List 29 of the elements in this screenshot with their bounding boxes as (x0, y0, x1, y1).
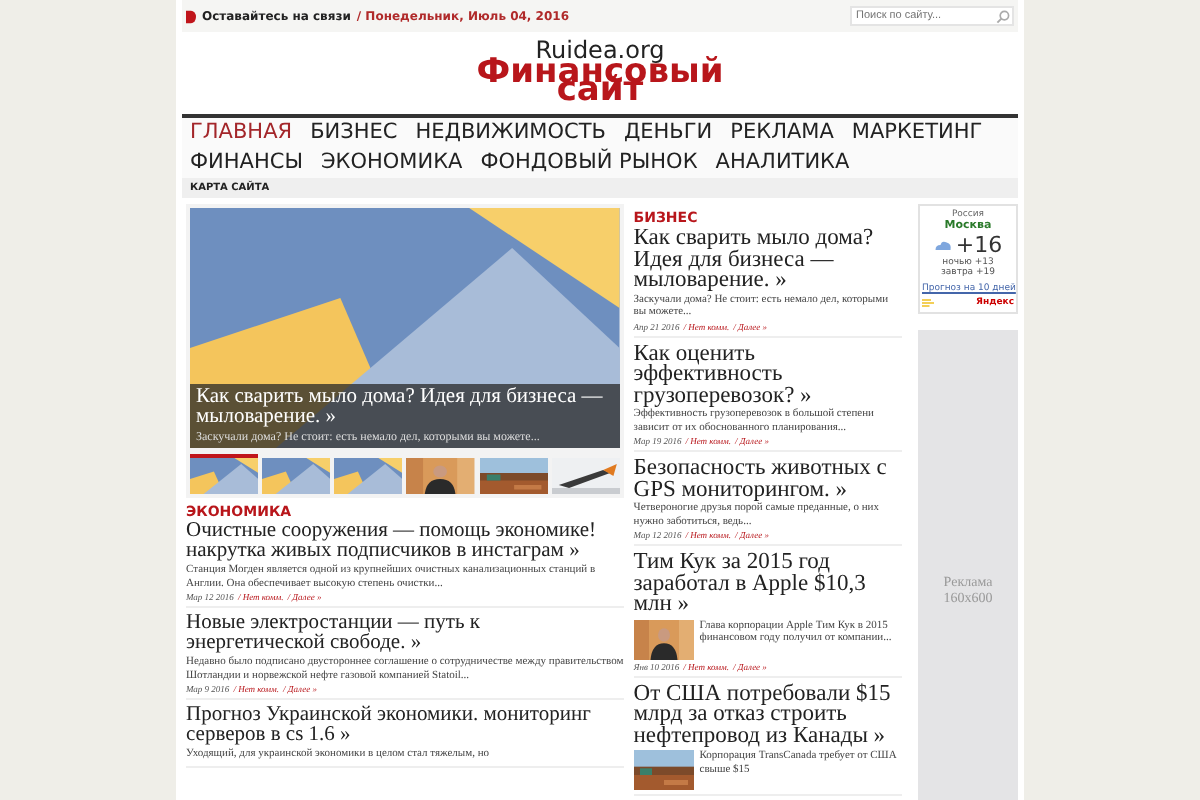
temperature: +16 (955, 232, 1003, 258)
article-title[interactable]: Как оценить эффективность грузоперевозок? » (633, 343, 902, 406)
nav-link[interactable]: ФИНАНСЫ (190, 148, 303, 178)
nav-link[interactable]: БИЗНЕС (310, 118, 398, 148)
nav-link[interactable]: НЕДВИЖИМОСТЬ (415, 118, 606, 148)
nav-link[interactable]: АНАЛИТИКА (715, 148, 850, 178)
nav-link[interactable]: ДЕНЬГИ (623, 118, 713, 148)
slide-thumbnail[interactable] (190, 454, 259, 494)
bookmark-icon (186, 9, 196, 23)
nav-link[interactable]: ГЛАВНАЯ (190, 118, 293, 148)
article-title[interactable]: Очистные сооружения — помощь экономике! накрутка живых подписчиков в инстаграм » (186, 522, 624, 562)
article-title[interactable]: От США потребовали $15 млрд за отказ строить нефтепровод из Канады » (633, 683, 902, 746)
article-title[interactable]: Как сварить мыло дома? Идея для бизнеса — мыловарение. » (633, 228, 902, 291)
nav-link[interactable]: РЕКЛАМА (730, 118, 834, 148)
nav-link[interactable]: МАРКЕТИНГ (851, 118, 983, 148)
nav-link[interactable]: ЭКОНОМИКА (320, 148, 463, 178)
article-title[interactable]: Прогноз Украинской экономики. мониторинг серверов в cs 1.6 » (186, 706, 624, 746)
slide-thumbnail[interactable] (334, 454, 403, 494)
article-title[interactable]: Новые электростанции — путь к энергетической свободе. » (186, 614, 624, 654)
article-title[interactable]: Безопасность животных с GPS мониторингом. » (633, 458, 902, 500)
article-title[interactable]: Тим Кук за 2015 год заработал в Apple $10,3 млн » (633, 552, 902, 615)
slide-thumbnail[interactable] (479, 454, 548, 494)
cloud-icon (933, 240, 952, 250)
stripes-icon (922, 298, 934, 308)
slide-thumbnail[interactable] (406, 454, 475, 494)
slide-title[interactable]: Как сварить мыло дома? Идея для бизнеса — мыловарение. » (196, 388, 614, 428)
nav-link[interactable]: ФОНДОВЫЙ РЫНОК (480, 148, 698, 178)
slide-thumbnail[interactable] (262, 454, 331, 494)
search-icon[interactable] (996, 10, 1010, 24)
